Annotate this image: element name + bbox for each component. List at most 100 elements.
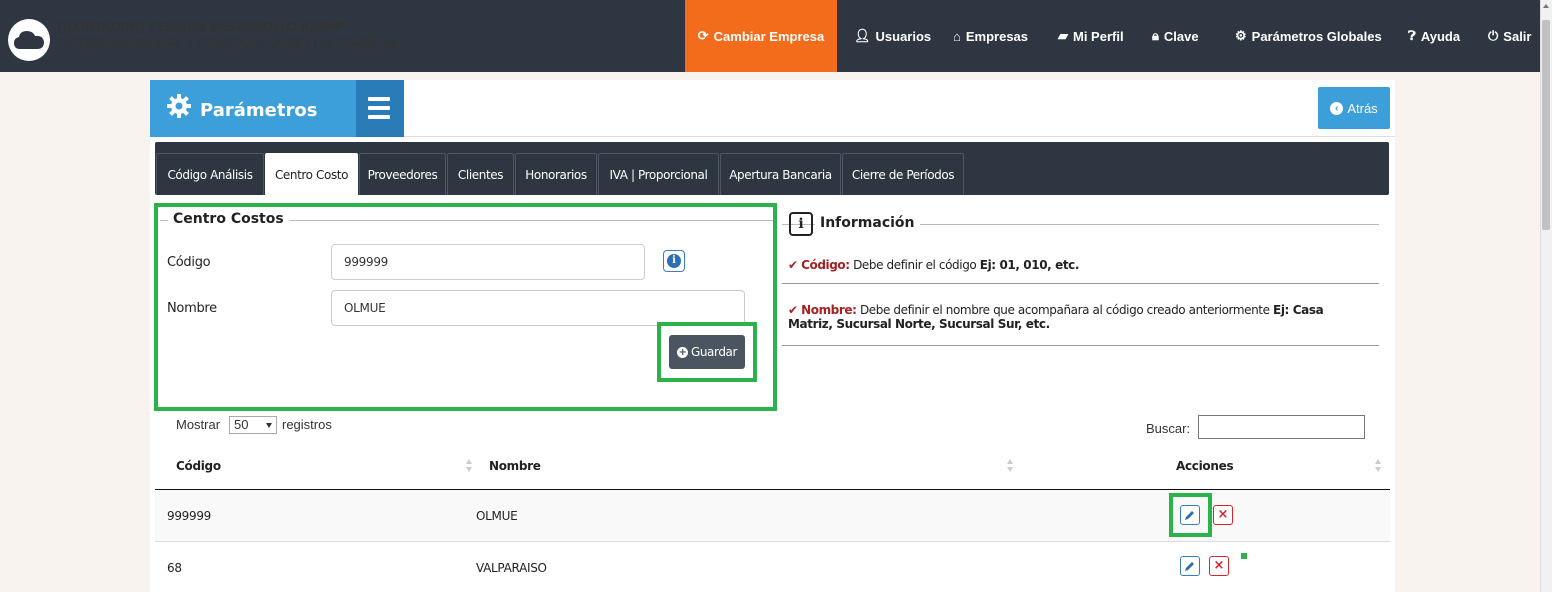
save-button[interactable]: + Guardar [669,335,745,369]
cell-nombre: VALPARAISO [476,561,547,575]
scrollbar-thumb[interactable] [1542,20,1550,230]
nav-ayuda[interactable]: ❓︎ Ayuda [1398,0,1470,72]
cell-codigo: 68 [167,561,182,575]
show-suffix: registros [282,417,332,432]
nav-empresas[interactable]: ⌂ Empresas [943,0,1038,72]
nav-parametros-globales[interactable]: ⚙ Parámetros Globales [1225,0,1392,72]
column-header-codigo[interactable]: Código [176,459,221,473]
nav-mi-perfil[interactable]: ▰ Mi Perfil [1048,0,1134,72]
gear-icon: ⚙ [1235,28,1247,43]
tab-label: Cierre de Períodos [851,167,955,182]
nav-salir[interactable]: ⏻ Salir [1478,0,1541,72]
info-text: Debe definir el código [853,258,977,272]
tab-apertura-bancaria[interactable]: Apertura Bancaria [720,153,841,195]
nav-label: Salir [1503,28,1532,44]
nav-label: Usuarios [875,28,932,44]
tab-label: Proveedores [367,167,438,182]
sort-icon[interactable] [1007,459,1013,473]
search-label: Buscar: [1146,421,1191,436]
check-icon: ✔ [788,258,798,272]
arrow-left-circle-icon: ‹ [1330,101,1344,115]
info-key: Nombre: [801,303,857,317]
app-title: [ICONTADOR] VERSION DESARROLLO IQAMP [57,20,344,34]
nav-usuarios[interactable]: 👤︎ Usuarios [844,0,941,72]
nav-cambiar-empresa[interactable]: ⟳ Cambiar Empresa [685,0,837,72]
page-length-select[interactable]: 50 [229,416,277,434]
power-icon: ⏻ [1488,28,1499,43]
back-button[interactable]: ‹ Atrás [1318,87,1390,129]
info-text: Debe definir el nombre que acompañara al… [859,303,1270,317]
info-legend: Información [815,215,920,231]
question-icon: ❓︎ [1408,28,1416,43]
tab-codigo-analisis[interactable]: Código Análisis [156,153,264,195]
save-label: Guardar [690,345,738,359]
nav-label: Mi Perfil [1073,28,1124,44]
info-example: Matriz, Sucursal Norte, Sucursal Sur, et… [788,317,1050,331]
info-example: Ej: Casa [1273,303,1324,317]
status-dot [1241,553,1247,559]
refresh-icon: ⟳ [697,28,709,43]
panel-title: Parámetros [200,100,318,121]
column-header-nombre[interactable]: Nombre [489,459,541,473]
edit-button[interactable] [1180,505,1200,525]
nav-label: Ayuda [1420,28,1461,44]
tab-label: Honorarios [525,167,587,182]
tab-honorarios[interactable]: Honorarios [515,153,597,195]
tab-label: Clientes [457,167,504,182]
column-header-acciones[interactable]: Acciones [1176,459,1234,473]
nombre-input[interactable]: OLMUE [331,290,745,326]
delete-button[interactable]: × [1213,505,1233,525]
sort-icon[interactable] [466,459,472,473]
info-line-codigo: ✔ Código: Debe definir el código Ej: 01,… [788,258,1079,272]
nav-label: Cambiar Empresa [713,28,825,44]
info-line-nombre: ✔ Nombre: Debe definir el nombre que aco… [788,303,1378,331]
home-icon: ⌂ [953,28,961,44]
gear-icon [167,94,191,118]
codigo-input[interactable]: 999999 [331,244,645,280]
cell-nombre: OLMUE [476,509,518,523]
nav-label: Parámetros Globales [1251,28,1382,44]
user-icon: 👤︎ [854,28,871,43]
back-label: Atrás [1347,100,1378,116]
panel-title-block: Parámetros [150,80,356,137]
check-icon: ✔ [788,303,798,317]
tab-cierre-periodos[interactable]: Cierre de Períodos [842,153,964,195]
tab-label: Centro Costo [274,167,349,182]
show-prefix: Mostrar [176,417,221,432]
tab-label: Apertura Bancaria [729,167,832,182]
table-row [155,543,1390,592]
cell-codigo: 999999 [167,509,212,523]
pencil-icon [1185,562,1194,571]
divider [782,283,1379,284]
delete-button[interactable]: × [1209,556,1229,576]
cloud-logo-icon[interactable] [8,19,50,61]
search-input[interactable] [1198,415,1365,439]
tab-label: IVA | Proporcional [609,167,708,182]
edit-button[interactable] [1180,556,1200,576]
scroll-up-arrow-icon[interactable] [1543,4,1549,8]
info-circle-icon: i [667,254,681,268]
folder-open-icon: ▰ [1058,28,1068,43]
tab-centro-costo[interactable]: Centro Costo [265,153,358,195]
company-name: DISTRIBUIDORA AGR. Y COMERCIAL JOSE LUIS… [57,36,397,50]
info-box-icon: i [789,212,813,236]
sort-icon[interactable] [1375,459,1381,473]
codigo-label: Código [167,255,211,270]
tab-iva-proporcional[interactable]: IVA | Proporcional [598,153,719,195]
nav-label: Clave [1163,28,1199,44]
nombre-label: Nombre [167,301,217,316]
hamburger-menu-icon[interactable] [356,80,404,137]
tab-clientes[interactable]: Clientes [447,153,514,195]
chevron-down-icon [266,423,272,428]
page-length-value: 50 [234,417,249,432]
tab-label: Código Análisis [167,167,253,182]
divider [782,345,1379,346]
info-example: Ej: 01, 010, etc. [979,258,1080,272]
codigo-info-button[interactable]: i [663,250,685,272]
plus-circle-icon: + [676,346,688,358]
info-key: Código: [801,258,850,272]
nav-label: Empresas [965,28,1029,44]
nav-clave[interactable]: 🔒︎ Clave [1142,0,1209,72]
lock-icon: 🔒︎ [1152,28,1159,43]
tab-proveedores[interactable]: Proveedores [359,153,446,195]
